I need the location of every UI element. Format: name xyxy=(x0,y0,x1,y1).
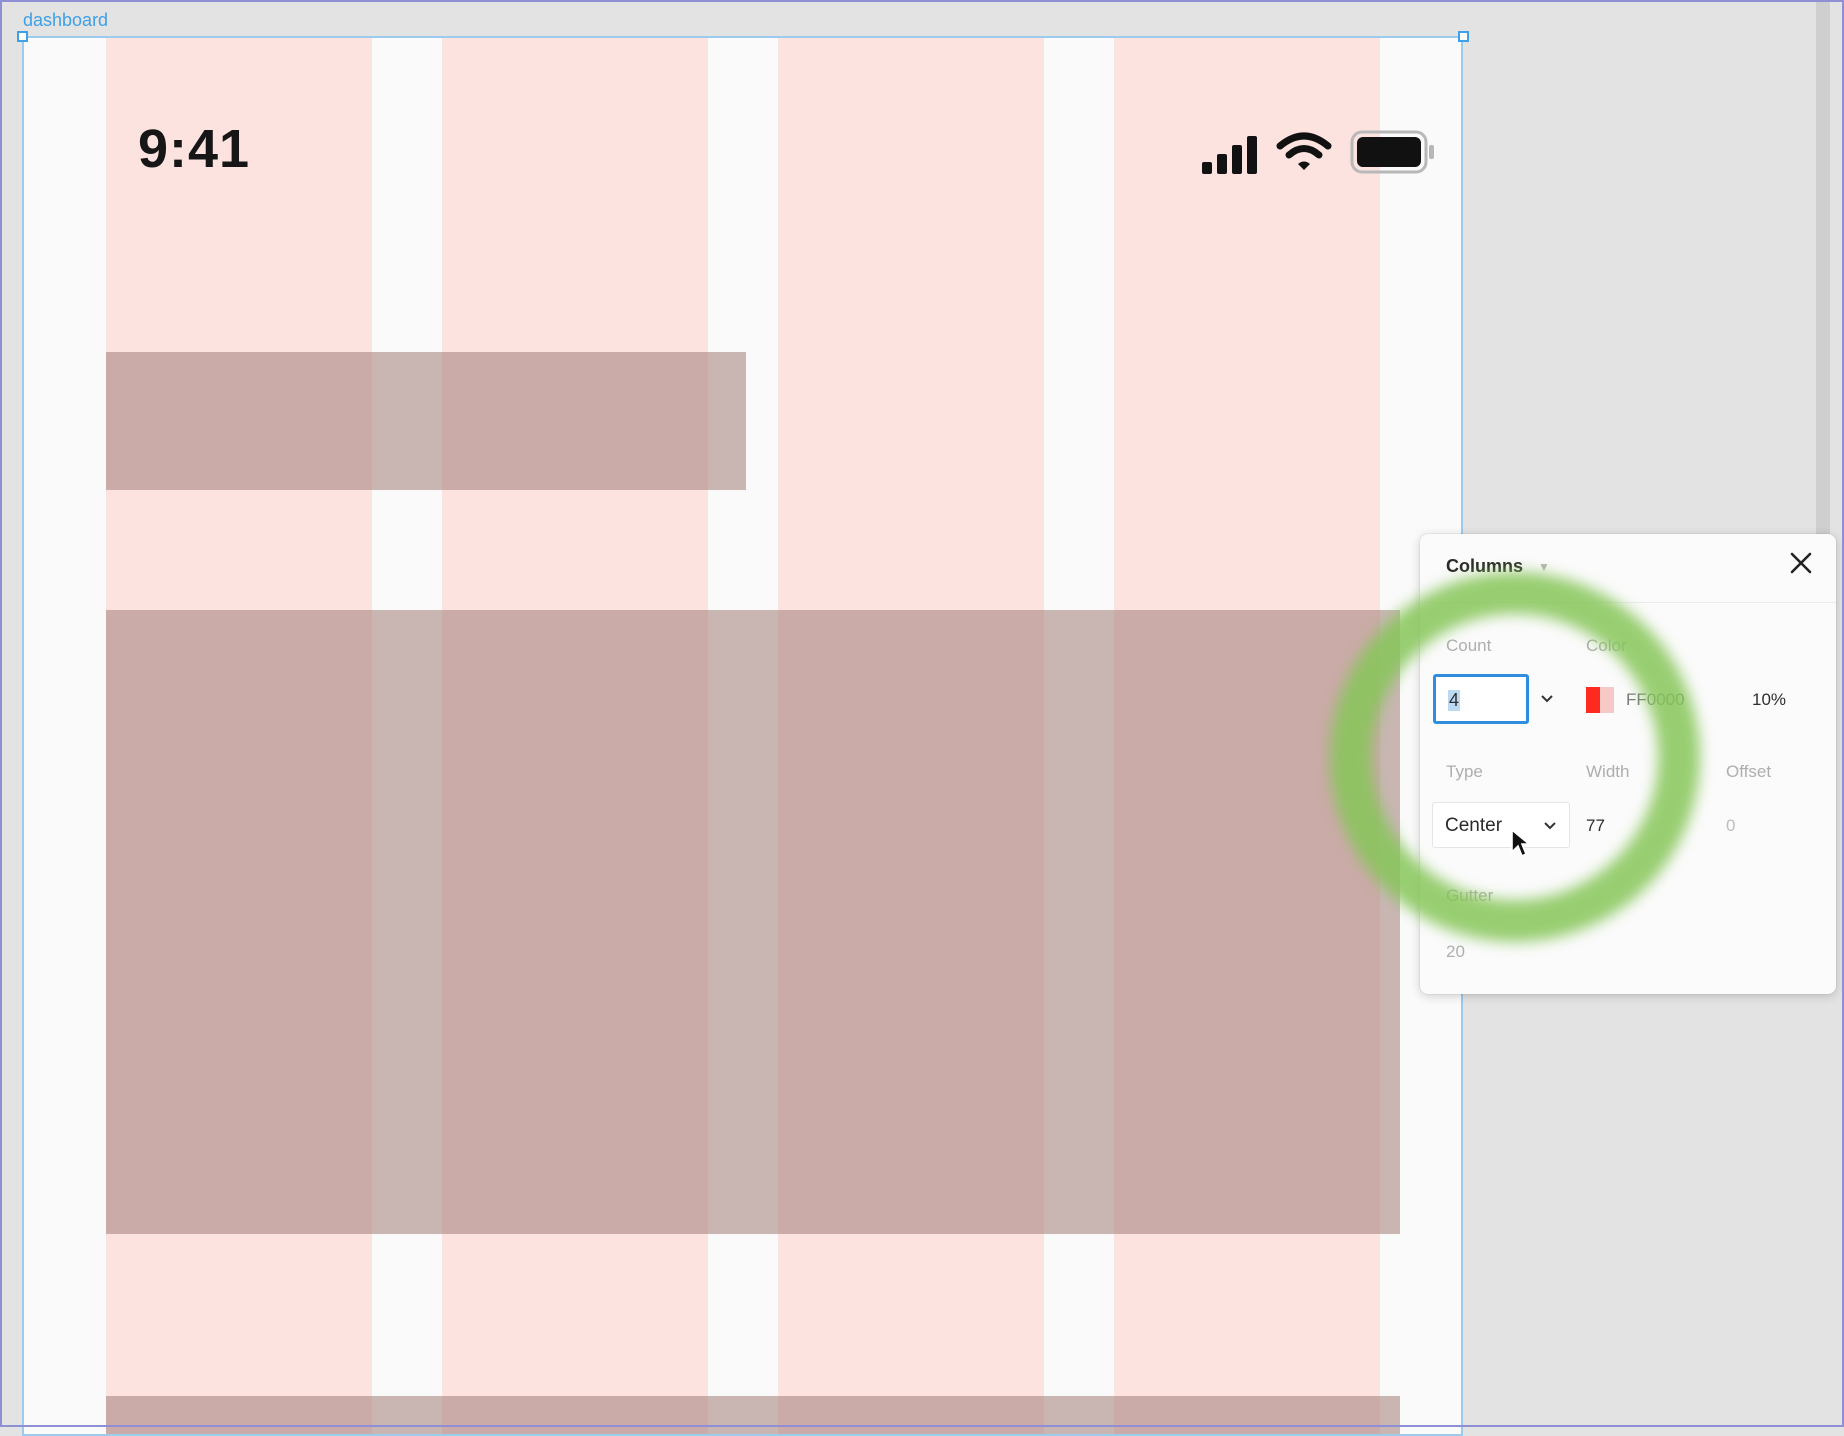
count-input[interactable]: 4 xyxy=(1433,674,1529,724)
canvas-scrollbar[interactable] xyxy=(1816,0,1830,540)
chevron-down-icon xyxy=(1544,822,1556,830)
color-swatch[interactable] xyxy=(1586,687,1614,713)
panel-title[interactable]: Columns xyxy=(1446,556,1523,577)
resize-handle-top-right[interactable] xyxy=(1458,31,1469,42)
bottom-block[interactable] xyxy=(106,1396,1400,1434)
resize-handle-top-left[interactable] xyxy=(17,31,28,42)
dashboard-frame[interactable]: 9:41 xyxy=(22,36,1463,1436)
frame-label[interactable]: dashboard xyxy=(23,10,108,31)
color-opacity-value[interactable]: 10% xyxy=(1752,690,1786,710)
count-label: Count xyxy=(1446,636,1492,655)
offset-label: Offset xyxy=(1726,762,1772,781)
color-label: Color xyxy=(1586,636,1627,655)
width-label: Width xyxy=(1586,762,1630,781)
columns-panel: Columns ▼ Count Color 4 FF0000 10% Type … xyxy=(1420,534,1836,994)
close-icon[interactable] xyxy=(1788,550,1814,576)
battery-icon xyxy=(1350,130,1434,174)
gutter-value[interactable]: 20 xyxy=(1446,942,1465,962)
type-label: Type xyxy=(1446,762,1483,781)
header-block[interactable] xyxy=(106,352,746,490)
wifi-icon xyxy=(1276,132,1332,170)
chevron-down-icon[interactable] xyxy=(1540,694,1554,704)
offset-value[interactable]: 0 xyxy=(1726,816,1735,836)
count-value: 4 xyxy=(1448,690,1461,711)
chevron-down-icon[interactable]: ▼ xyxy=(1538,560,1550,574)
gutter-label: Gutter xyxy=(1446,886,1494,905)
status-time: 9:41 xyxy=(138,119,251,179)
type-value: Center xyxy=(1445,815,1503,836)
color-hex-value[interactable]: FF0000 xyxy=(1626,690,1685,710)
panel-divider xyxy=(1420,602,1836,603)
type-dropdown[interactable]: Center xyxy=(1432,802,1570,848)
width-value[interactable]: 77 xyxy=(1586,816,1605,836)
mouse-cursor-icon xyxy=(1511,828,1530,858)
main-content-block[interactable] xyxy=(106,610,1400,1234)
cellular-signal-icon xyxy=(1202,136,1257,174)
